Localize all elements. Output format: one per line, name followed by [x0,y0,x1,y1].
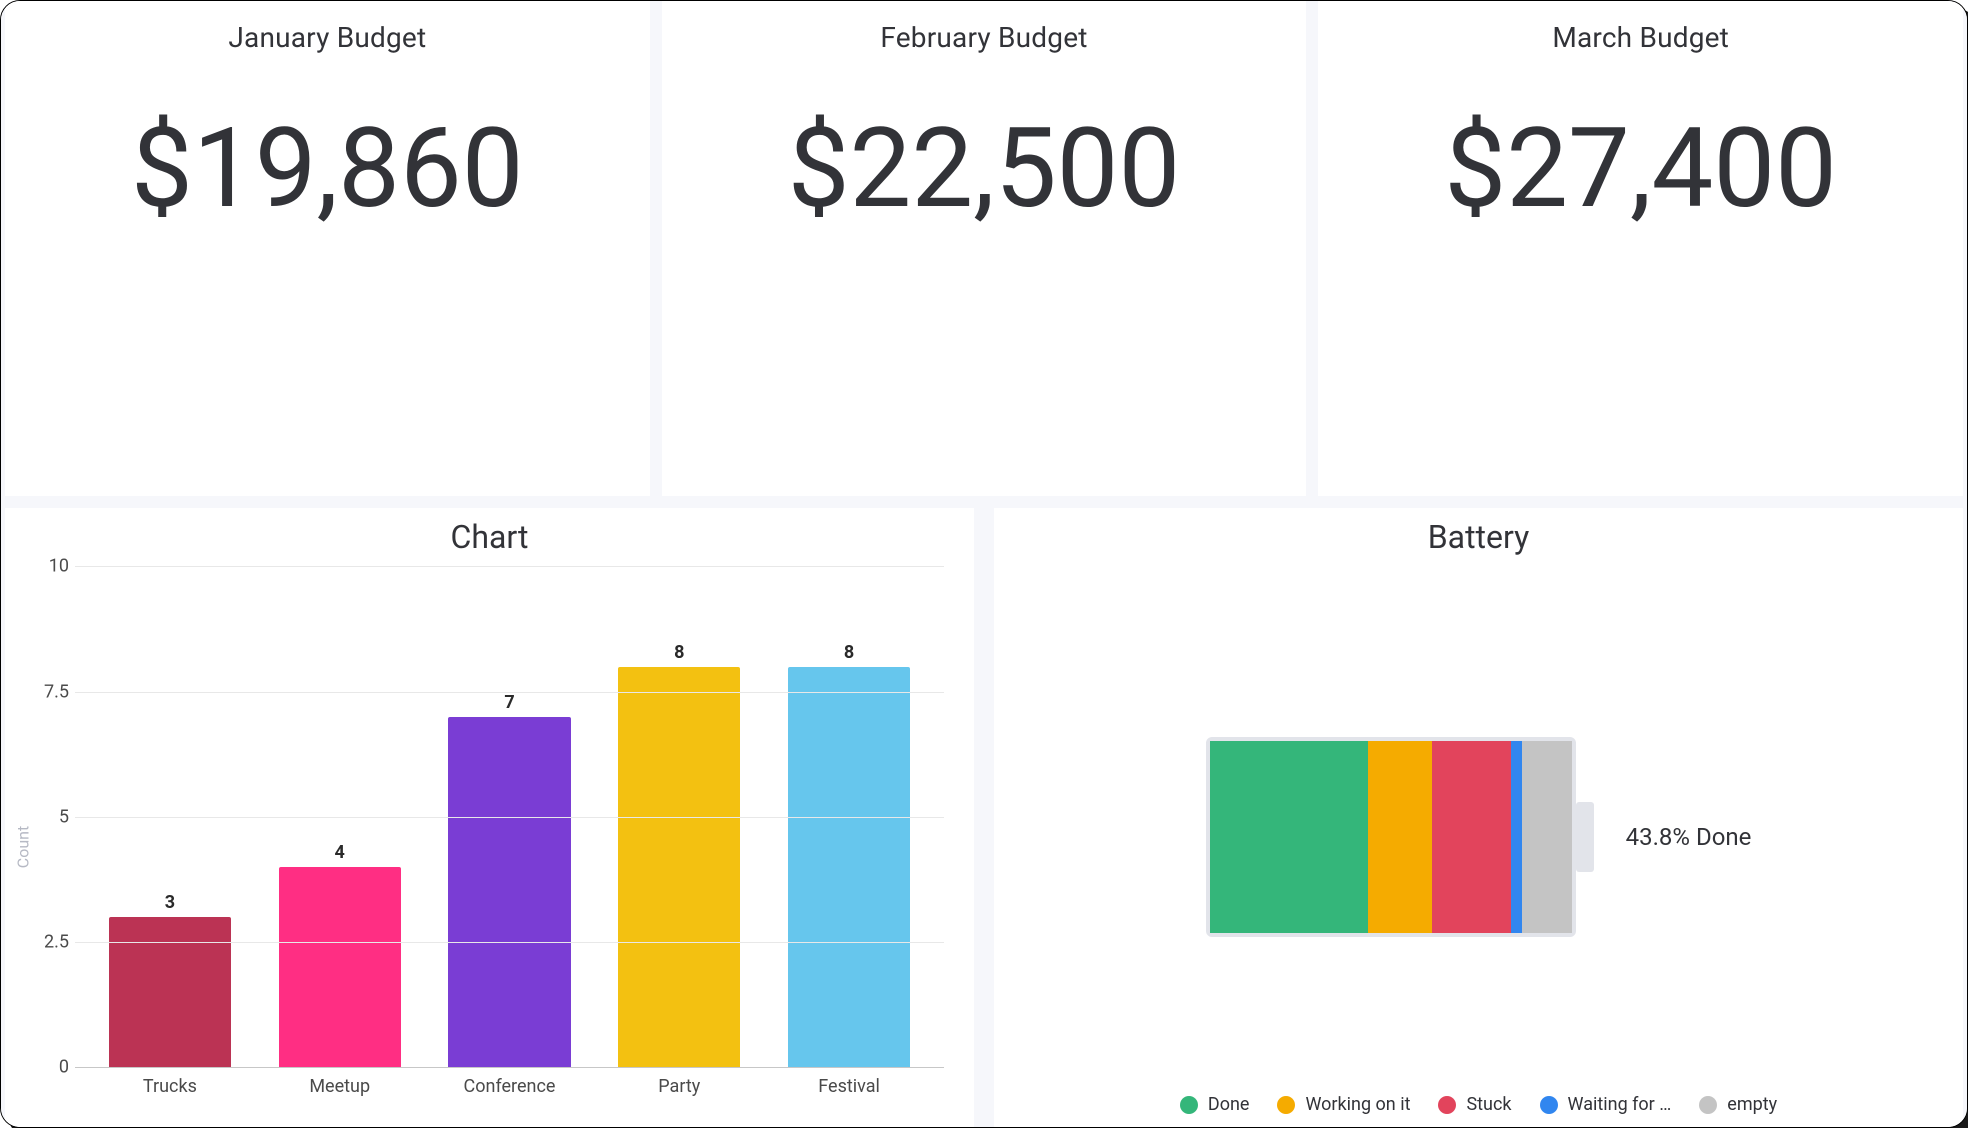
budget-title: March Budget [1552,21,1729,54]
gridline [75,566,944,567]
chart-title: Chart [451,518,529,556]
chart-xticks: TrucksMeetupConferencePartyFestival [75,1068,944,1097]
chart-grid: 34788 02.557.510 [75,566,944,1068]
xtick-label: Party [594,1076,764,1097]
bar[interactable] [109,917,231,1067]
budget-row: January Budget $19,860 February Budget $… [1,1,1967,496]
budget-value: $19,860 [131,114,524,224]
legend-swatch-icon [1277,1096,1295,1114]
battery-summary: 43.8% Done [1626,823,1752,851]
chart-area: Count 34788 02.557.510 TrucksMeetupConfe… [5,566,974,1127]
battery-segment[interactable] [1511,741,1522,933]
bar-value-label: 7 [504,691,514,712]
bottom-row: Chart Count 3 4 7 8 8 0 2.5 5 7.5 10 TrucksMeetu… [1,496,1967,1127]
battery-legend: Done Working on it Stuck Waiting for … empty [994,1094,1963,1115]
battery-cap-icon [1576,802,1594,872]
budget-card-january[interactable]: January Budget $19,860 [5,1,650,496]
budget-card-march[interactable]: March Budget $27,400 [1318,1,1963,496]
battery-title: Battery [1428,518,1530,556]
legend-label: Done [1208,1094,1250,1115]
ytick-label: 5 [23,806,69,827]
chart-ylabel: Count [14,826,33,868]
budget-card-february[interactable]: February Budget $22,500 [662,1,1307,496]
bar-value-label: 3 [165,892,175,913]
legend-item[interactable]: Done [1180,1094,1250,1115]
legend-swatch-icon [1438,1096,1456,1114]
legend-label: empty [1727,1094,1777,1115]
xtick-label: Trucks [85,1076,255,1097]
bar[interactable] [788,667,910,1067]
bar[interactable] [618,667,740,1067]
battery-segment[interactable] [1522,741,1572,933]
ytick-label: 2.5 [23,931,69,952]
legend-item[interactable]: empty [1699,1094,1777,1115]
legend-item[interactable]: Stuck [1438,1094,1511,1115]
budget-value: $27,400 [1444,114,1837,224]
bar-value-label: 8 [674,641,684,662]
gridline [75,692,944,693]
legend-item[interactable]: Waiting for … [1540,1094,1672,1115]
budget-value: $22,500 [788,114,1181,224]
bar[interactable] [279,867,401,1067]
legend-label: Working on it [1305,1094,1410,1115]
battery-body: 43.8% Done Done Working on it Stuck Waiting… [994,566,1963,1127]
chart-panel[interactable]: Chart Count 3 4 7 8 8 0 2.5 5 7.5 10 TrucksMeetu… [5,508,974,1127]
legend-item[interactable]: Working on it [1277,1094,1410,1115]
bar-value-label: 4 [335,842,345,863]
battery-panel[interactable]: Battery 43.8% Done Done Working on it Stuc… [994,508,1963,1127]
budget-title: February Budget [880,21,1087,54]
battery-icon [1206,737,1576,937]
bar-value-label: 8 [844,641,854,662]
battery-segment[interactable] [1432,741,1511,933]
legend-swatch-icon [1180,1096,1198,1114]
xtick-label: Meetup [255,1076,425,1097]
battery-segment[interactable] [1368,741,1431,933]
bar[interactable] [448,717,570,1067]
budget-title: January Budget [228,21,426,54]
legend-label: Stuck [1466,1094,1511,1115]
xtick-label: Festival [764,1076,934,1097]
gridline [75,942,944,943]
dashboard: January Budget $19,860 February Budget $… [0,0,1968,1128]
ytick-label: 0 [23,1057,69,1078]
ytick-label: 10 [23,556,69,577]
ytick-label: 7.5 [23,681,69,702]
legend-swatch-icon [1540,1096,1558,1114]
xtick-label: Conference [425,1076,595,1097]
legend-swatch-icon [1699,1096,1717,1114]
battery-segment[interactable] [1210,741,1369,933]
gridline [75,817,944,818]
legend-label: Waiting for … [1568,1094,1672,1115]
